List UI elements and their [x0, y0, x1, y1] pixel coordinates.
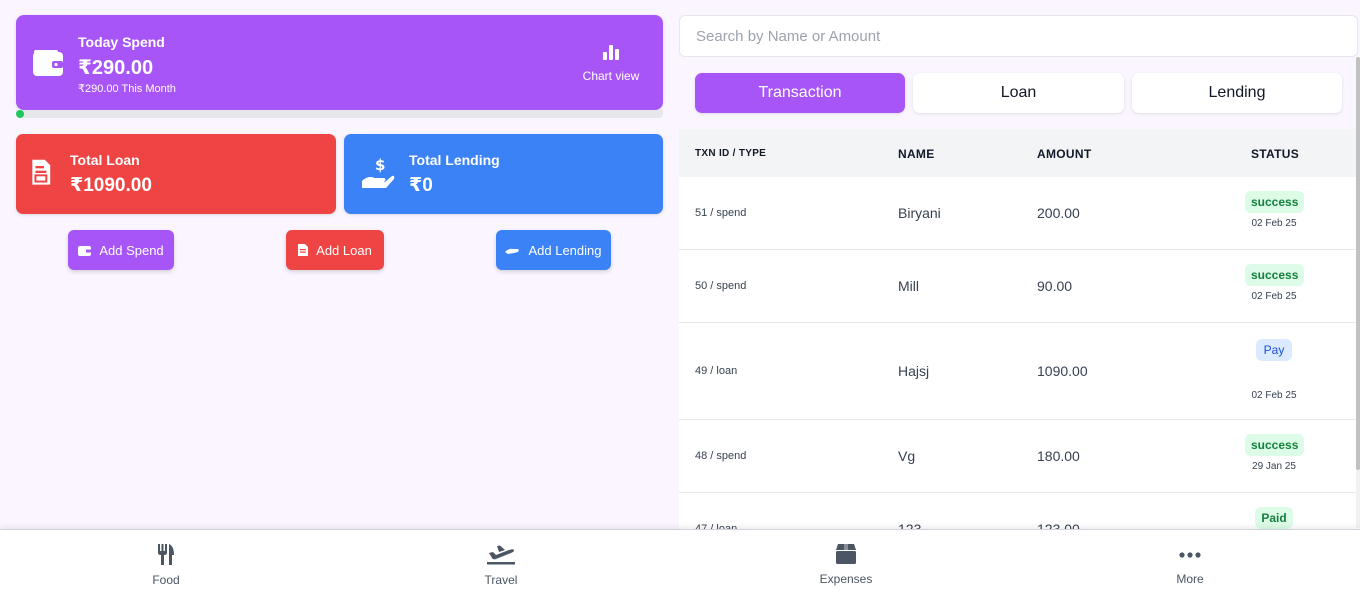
date-text: 29 Jan 25: [1252, 461, 1296, 472]
status-badge: success: [1245, 264, 1305, 286]
today-spend-label: Today Spend: [78, 34, 165, 50]
svg-text:$: $: [375, 156, 385, 174]
tab-transaction[interactable]: Transaction: [695, 73, 905, 113]
box-icon: [836, 544, 856, 564]
amount-cell: 123.00: [1037, 521, 1080, 529]
add-lending-label: Add Lending: [528, 242, 602, 258]
bar-chart-icon: [603, 45, 619, 60]
table-row[interactable]: 48 / spend Vg 180.00 success 29 Jan 25: [679, 420, 1360, 493]
document-icon: [298, 244, 309, 256]
add-spend-label: Add Spend: [99, 242, 164, 258]
nav-item-travel[interactable]: Travel: [441, 544, 561, 589]
amount-cell: 200.00: [1037, 205, 1080, 221]
spend-progress-bar: [16, 110, 663, 118]
nav-label-more: More: [1176, 572, 1204, 586]
amount-cell: 180.00: [1037, 448, 1080, 464]
more-dots-icon: [1179, 552, 1201, 558]
today-spend-amount: ₹290.00: [78, 57, 154, 79]
table-row[interactable]: 51 / spend Biryani 200.00 success 02 Feb…: [679, 177, 1360, 250]
header-txn-id-type: TXN ID / TYPE: [695, 148, 767, 159]
name-cell: Mill: [898, 278, 919, 294]
name-cell: Vg: [898, 448, 916, 464]
txn-id-cell: 51 / spend: [695, 207, 747, 219]
header-status: STATUS: [1251, 147, 1300, 161]
chart-view-button[interactable]: Chart view: [575, 43, 647, 89]
plane-icon: [487, 545, 515, 565]
table-row[interactable]: 47 / loan 123 123.00 Paid: [679, 493, 1360, 529]
tab-lending[interactable]: Lending: [1132, 73, 1342, 113]
table-row[interactable]: 50 / spend Mill 90.00 success 02 Feb 25: [679, 250, 1360, 323]
utensils-icon: [158, 544, 174, 565]
add-loan-button[interactable]: Add Loan: [286, 230, 384, 270]
header-amount: AMOUNT: [1037, 147, 1092, 161]
header-name: NAME: [898, 147, 935, 161]
total-lending-label: Total Lending: [409, 152, 500, 168]
total-loan-amount: ₹1090.00: [70, 175, 152, 196]
search-input[interactable]: [679, 15, 1358, 57]
name-cell: 123: [898, 521, 922, 529]
total-lending-card: $ Total Lending ₹0: [344, 134, 663, 214]
wallet-icon: [78, 245, 92, 256]
txn-id-cell: 50 / spend: [695, 280, 747, 292]
date-text: 02 Feb 25: [1251, 390, 1297, 401]
total-loan-label: Total Loan: [70, 152, 140, 168]
spend-progress-fill: [16, 110, 25, 118]
add-spend-button[interactable]: Add Spend: [68, 230, 174, 270]
date-text: 02 Feb 25: [1251, 218, 1297, 229]
date-text: 02 Feb 25: [1251, 291, 1297, 302]
nav-item-more[interactable]: More: [1130, 544, 1250, 588]
today-spend-card: Today Spend ₹290.00 ₹290.00 This Month C…: [16, 15, 663, 110]
nav-item-food[interactable]: Food: [106, 544, 226, 589]
transactions-table: TXN ID / TYPE NAME AMOUNT STATUS 51 / sp…: [679, 129, 1360, 529]
tab-loan[interactable]: Loan: [913, 73, 1124, 113]
table-row[interactable]: 49 / loan Hajsj 1090.00 Pay 02 Feb 25: [679, 323, 1360, 420]
txn-id-cell: 48 / spend: [695, 450, 747, 462]
total-lending-amount: ₹0: [409, 175, 433, 196]
status-badge: success: [1245, 191, 1305, 213]
total-loan-card: Total Loan ₹1090.00: [16, 134, 336, 214]
document-icon: [32, 159, 51, 185]
name-cell: Biryani: [898, 205, 941, 221]
status-badge: success: [1245, 434, 1305, 456]
scrollbar-thumb[interactable]: [1356, 57, 1360, 470]
wallet-icon: [33, 50, 63, 76]
status-badge: Paid: [1255, 507, 1293, 529]
name-cell: Hajsj: [898, 363, 930, 379]
hand-icon: [505, 248, 520, 254]
bottom-nav: Food Travel Expenses More: [0, 529, 1360, 598]
table-header: TXN ID / TYPE NAME AMOUNT STATUS: [679, 129, 1360, 177]
add-loan-label: Add Loan: [316, 242, 372, 258]
chart-view-label: Chart view: [582, 69, 640, 83]
month-spend-text: ₹290.00 This Month: [78, 83, 176, 95]
amount-cell: 90.00: [1037, 278, 1073, 294]
nav-label-travel: Travel: [484, 573, 518, 587]
nav-label-expenses: Expenses: [819, 572, 873, 586]
nav-label-food: Food: [152, 573, 180, 587]
amount-cell: 1090.00: [1037, 363, 1088, 379]
nav-item-expenses[interactable]: Expenses: [786, 544, 906, 588]
add-lending-button[interactable]: Add Lending: [496, 230, 611, 270]
txn-id-cell: 49 / loan: [695, 365, 738, 377]
pay-button[interactable]: Pay: [1255, 339, 1293, 361]
hand-money-icon: $: [362, 156, 395, 188]
